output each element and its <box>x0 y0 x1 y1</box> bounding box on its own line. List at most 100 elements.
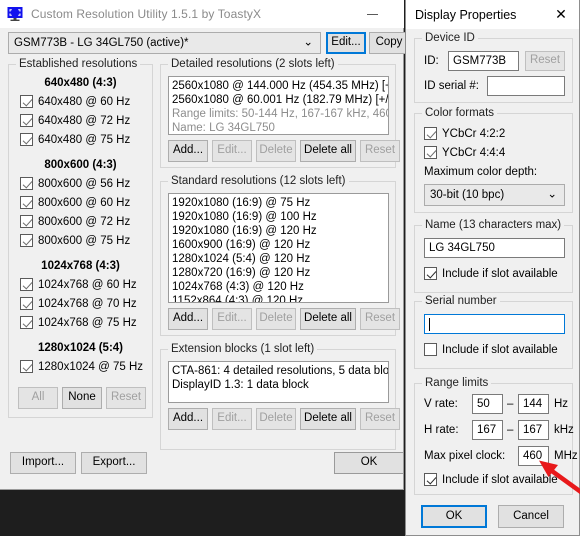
id-serial-input[interactable] <box>487 76 565 96</box>
established-resolution-checkbox[interactable] <box>20 95 33 108</box>
detailed-edit-button[interactable]: Edit... <box>212 140 252 162</box>
extension-deleteall-button[interactable]: Delete all <box>300 408 356 430</box>
established-resolution-row[interactable]: 800x600 @ 72 Hz <box>9 212 152 231</box>
minimize-icon <box>366 13 378 15</box>
h-rate-dash: – <box>507 424 514 436</box>
established-resolution-checkbox[interactable] <box>20 360 33 373</box>
device-id-input[interactable]: GSM773B <box>448 51 519 71</box>
range-limits-legend: Range limits <box>422 377 492 389</box>
max-pixel-clock-input[interactable]: 460 <box>518 446 549 466</box>
standard-list-item[interactable]: 1920x1080 (16:9) @ 120 Hz <box>172 224 388 238</box>
detailed-deleteall-button[interactable]: Delete all <box>300 140 356 162</box>
h-rate-min-input[interactable]: 167 <box>472 420 503 440</box>
standard-resolutions-list[interactable]: 1920x1080 (16:9) @ 75 Hz 1920x1080 (16:9)… <box>168 193 389 303</box>
dialog-cancel-button[interactable]: Cancel <box>498 505 564 528</box>
detailed-list-item[interactable]: 2560x1080 @ 60.001 Hz (182.79 MHz) [+/–] <box>172 93 388 107</box>
established-resolution-row[interactable]: 640x480 @ 60 Hz <box>9 92 152 111</box>
established-resolution-checkbox[interactable] <box>20 316 33 329</box>
name-include-checkbox[interactable] <box>424 267 437 280</box>
established-all-button[interactable]: All <box>18 387 58 409</box>
established-resolution-row[interactable]: 640x480 @ 72 Hz <box>9 111 152 130</box>
established-resolution-checkbox[interactable] <box>20 177 33 190</box>
color-format-row[interactable]: YCbCr 4:4:4 <box>413 143 505 162</box>
v-rate-min-input[interactable]: 50 <box>472 394 503 414</box>
name-input[interactable]: LG 34GL750 <box>424 238 565 258</box>
detailed-delete-button[interactable]: Delete <box>256 140 296 162</box>
export-button[interactable]: Export... <box>81 452 147 474</box>
established-resolution-row[interactable]: 800x600 @ 75 Hz <box>9 231 152 250</box>
established-resolution-row[interactable]: 1024x768 @ 75 Hz <box>9 313 152 332</box>
close-icon[interactable]: ✕ <box>543 0 579 29</box>
detailed-add-button[interactable]: Add... <box>168 140 208 162</box>
established-reset-button[interactable]: Reset <box>106 387 146 409</box>
standard-list-item[interactable]: 1280x720 (16:9) @ 120 Hz <box>172 266 388 280</box>
v-rate-max-input[interactable]: 144 <box>518 394 549 414</box>
range-include-checkbox[interactable] <box>424 473 437 486</box>
extension-blocks-group: Extension blocks (1 slot left) CTA-861: … <box>160 343 400 450</box>
standard-list-item[interactable]: 1920x1080 (16:9) @ 75 Hz <box>172 196 388 210</box>
extension-edit-button[interactable]: Edit... <box>212 408 252 430</box>
color-format-checkbox[interactable] <box>424 127 437 140</box>
established-group-heading: 1024x768 (4:3) <box>41 260 120 272</box>
standard-list-item[interactable]: 1280x1024 (5:4) @ 120 Hz <box>172 252 388 266</box>
edit-display-button[interactable]: Edit... <box>326 32 366 54</box>
device-id-group: Device ID ID: GSM773B Reset ID serial #: <box>414 32 573 103</box>
detailed-list-item[interactable]: Name: LG 34GL750 <box>172 121 388 134</box>
established-list: 640x480 (4:3) 640x480 @ 60 Hz 640x480 @ 72… <box>9 65 152 376</box>
dialog-ok-button[interactable]: OK <box>421 505 487 528</box>
established-resolution-row[interactable]: 640x480 @ 75 Hz <box>9 130 152 149</box>
established-resolution-checkbox[interactable] <box>20 278 33 291</box>
minimize-button[interactable] <box>352 0 392 28</box>
established-resolution-checkbox[interactable] <box>20 196 33 209</box>
range-include-checkbox-row[interactable]: Include if slot available <box>413 470 558 489</box>
standard-list-item[interactable]: 1600x900 (16:9) @ 120 Hz <box>172 238 388 252</box>
established-resolution-checkbox[interactable] <box>20 133 33 146</box>
established-resolution-label: 800x600 @ 56 Hz <box>38 177 131 190</box>
established-resolution-row[interactable]: 1280x1024 @ 75 Hz <box>9 357 152 376</box>
extension-list-item[interactable]: CTA-861: 4 detailed resolutions, 5 data … <box>172 364 388 378</box>
established-resolution-row[interactable]: 1024x768 @ 60 Hz <box>9 275 152 294</box>
established-resolution-checkbox[interactable] <box>20 297 33 310</box>
serial-include-checkbox[interactable] <box>424 343 437 356</box>
established-resolution-checkbox[interactable] <box>20 114 33 127</box>
established-resolution-checkbox[interactable] <box>20 215 33 228</box>
established-legend: Established resolutions <box>16 58 141 70</box>
main-ok-button[interactable]: OK <box>334 452 404 474</box>
extension-delete-button[interactable]: Delete <box>256 408 296 430</box>
standard-delete-button[interactable]: Delete <box>256 308 296 330</box>
extension-reset-button[interactable]: Reset <box>360 408 400 430</box>
detailed-reset-button[interactable]: Reset <box>360 140 400 162</box>
max-pixel-clock-label: Max pixel clock: <box>424 450 506 462</box>
standard-list-item[interactable]: 1152x864 (4:3) @ 120 Hz <box>172 294 388 302</box>
established-resolution-row[interactable]: 800x600 @ 60 Hz <box>9 193 152 212</box>
established-resolution-checkbox[interactable] <box>20 234 33 247</box>
extension-blocks-list[interactable]: CTA-861: 4 detailed resolutions, 5 data … <box>168 361 389 403</box>
name-include-checkbox-row[interactable]: Include if slot available <box>413 264 558 283</box>
standard-list-item[interactable]: 1024x768 (4:3) @ 120 Hz <box>172 280 388 294</box>
standard-reset-button[interactable]: Reset <box>360 308 400 330</box>
detailed-list-item[interactable]: Range limits: 50-144 Hz, 167-167 kHz, 46… <box>172 107 388 121</box>
standard-add-button[interactable]: Add... <box>168 308 208 330</box>
standard-edit-button[interactable]: Edit... <box>212 308 252 330</box>
serial-include-checkbox-row[interactable]: Include if slot available <box>413 340 558 359</box>
established-none-button[interactable]: None <box>62 387 102 409</box>
established-resolution-row[interactable]: 800x600 @ 56 Hz <box>9 174 152 193</box>
import-button[interactable]: Import... <box>10 452 76 474</box>
color-format-checkbox[interactable] <box>424 146 437 159</box>
max-color-depth-select[interactable]: 30-bit (10 bpc) ⌄ <box>424 184 565 206</box>
serial-number-input[interactable] <box>424 314 565 334</box>
chevron-down-icon: ⌄ <box>303 36 313 49</box>
standard-deleteall-button[interactable]: Delete all <box>300 308 356 330</box>
extension-list-item[interactable]: DisplayID 1.3: 1 data block <box>172 378 388 392</box>
color-format-row[interactable]: YCbCr 4:2:2 <box>413 124 505 143</box>
standard-list-item[interactable]: 1920x1080 (16:9) @ 100 Hz <box>172 210 388 224</box>
display-select[interactable]: GSM773B - LG 34GL750 (active)* ⌄ <box>8 32 321 54</box>
device-id-reset-button[interactable]: Reset <box>525 51 565 71</box>
copy-display-button[interactable]: Copy <box>369 32 409 54</box>
extension-add-button[interactable]: Add... <box>168 408 208 430</box>
detailed-resolutions-list[interactable]: 2560x1080 @ 144.000 Hz (454.35 MHz) [+/–… <box>168 76 389 135</box>
detailed-list-item[interactable]: 2560x1080 @ 144.000 Hz (454.35 MHz) [+/–… <box>172 79 388 93</box>
h-rate-max-input[interactable]: 167 <box>518 420 549 440</box>
established-resolution-row[interactable]: 1024x768 @ 70 Hz <box>9 294 152 313</box>
serial-number-legend: Serial number <box>422 295 500 307</box>
